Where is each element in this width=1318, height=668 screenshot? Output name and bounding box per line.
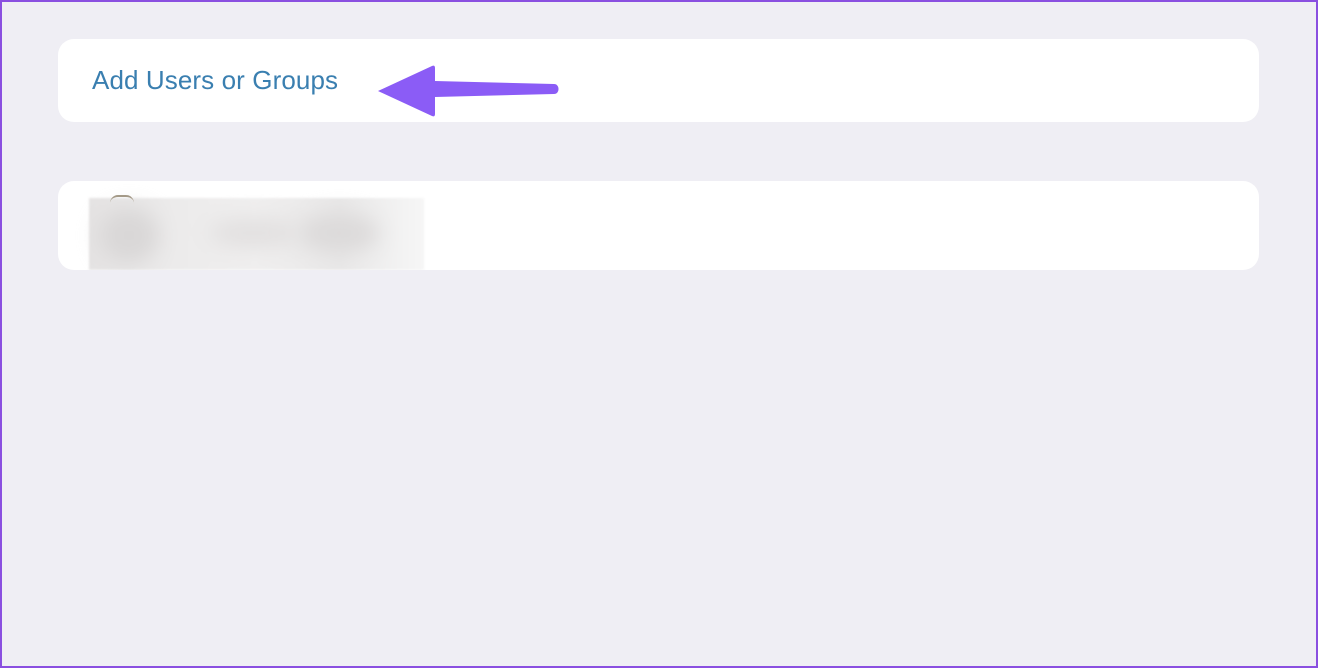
arrow-left-icon — [378, 65, 559, 117]
user-list-card — [58, 181, 1259, 270]
blurred-avatar — [99, 208, 159, 263]
avatar-icon — [110, 195, 134, 203]
blurred-user-entry[interactable] — [89, 198, 424, 270]
blurred-detail — [299, 213, 379, 253]
blurred-name — [209, 218, 299, 248]
screen: Add Users or Groups — [0, 0, 1318, 668]
add-users-or-groups-link[interactable]: Add Users or Groups — [92, 39, 338, 122]
add-users-card: Add Users or Groups — [58, 39, 1259, 122]
